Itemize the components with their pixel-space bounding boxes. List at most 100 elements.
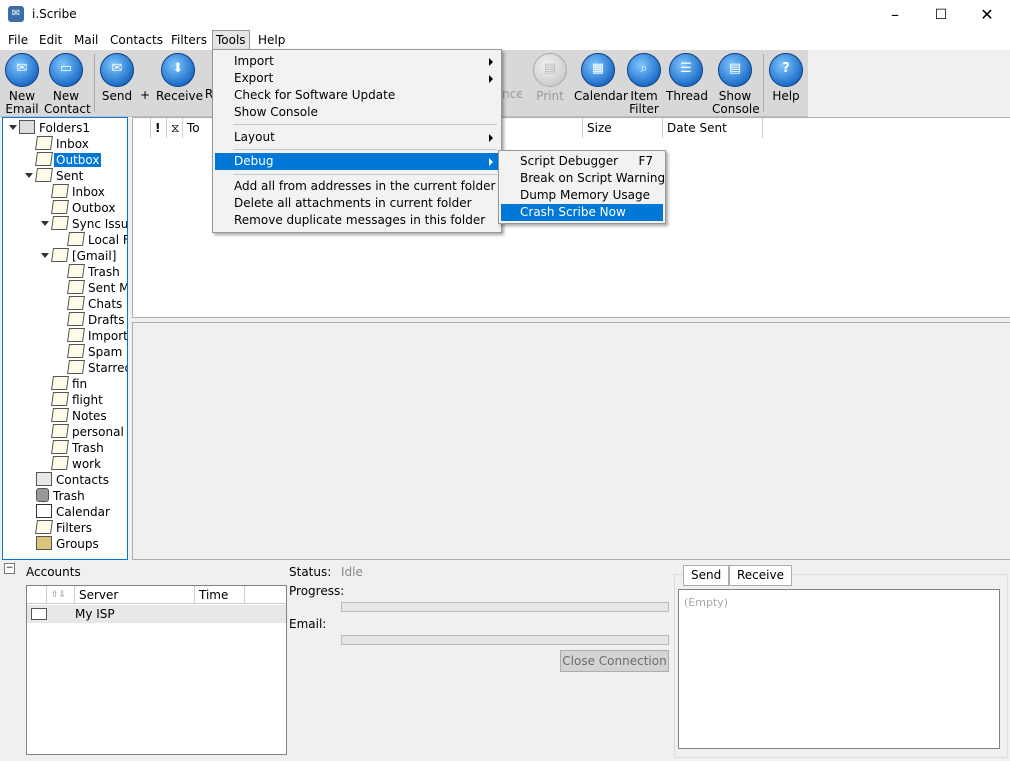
accounts-list[interactable]: ⇧⇩ Server Time My ISP	[26, 585, 287, 755]
menu-item-add-all-addresses[interactable]: Add all from addresses in the current fo…	[215, 178, 523, 195]
sort-arrows-icon[interactable]: ⇧⇩	[47, 586, 75, 604]
show-console-button[interactable]: ▤ Show Console	[712, 50, 760, 116]
trash-icon	[36, 488, 49, 502]
collapse-icon[interactable]: −	[4, 563, 15, 574]
chevron-right-icon	[489, 75, 493, 83]
tree-item-personal[interactable]: personal	[51, 424, 124, 440]
column-header-server[interactable]: Server	[75, 586, 195, 604]
folder-tree[interactable]: Folders1 Inbox Outbox Sent Inbox Outbox …	[2, 117, 128, 560]
menu-item-import[interactable]: Import	[215, 53, 499, 70]
column-header-priority[interactable]: !	[151, 118, 167, 138]
send-button[interactable]: ✉ Send	[99, 50, 135, 116]
tree-item-folders1[interactable]: Folders1	[19, 120, 90, 136]
magnifier-icon: ⌕	[627, 53, 661, 87]
chevron-down-icon[interactable]	[41, 221, 49, 226]
tree-item-sent-trash[interactable]: Trash	[51, 440, 104, 456]
menu-tools[interactable]: Tools	[212, 30, 250, 50]
minimize-button[interactable]: –	[872, 0, 918, 30]
folder-icon	[67, 344, 85, 358]
menu-item-delete-attachments[interactable]: Delete all attachments in current folder	[215, 195, 499, 212]
menu-item-show-console[interactable]: Show Console	[215, 104, 499, 121]
tree-item-calendar[interactable]: Calendar	[36, 504, 110, 520]
close-connection-button[interactable]: Close Connection	[560, 650, 669, 672]
new-email-button[interactable]: ✉ New Email	[4, 50, 40, 116]
column-header-blank[interactable]	[27, 586, 47, 604]
menu-item-remove-duplicates[interactable]: Remove duplicate messages in this folder	[215, 212, 499, 229]
toolbar-separator	[763, 54, 764, 112]
column-header-blank[interactable]	[133, 118, 151, 138]
column-header-filter[interactable]: ⧖	[167, 118, 183, 138]
tree-item-gmail-sent[interactable]: Sent M	[67, 280, 127, 296]
menu-contacts[interactable]: Contacts	[107, 31, 166, 49]
item-filter-button[interactable]: ⌕ Item Filter	[626, 50, 662, 116]
tree-item-gmail-chats[interactable]: Chats	[67, 296, 122, 312]
tree-item-gmail-spam[interactable]: Spam	[67, 344, 122, 360]
progress-label: Progress:	[289, 584, 345, 598]
tree-item-filters[interactable]: Filters	[35, 520, 92, 536]
new-contact-button[interactable]: ▭ New Contact	[44, 50, 91, 116]
tree-item-sent[interactable]: Sent	[35, 168, 83, 184]
close-button[interactable]: ✕	[964, 0, 1010, 30]
tree-item-sent-inbox[interactable]: Inbox	[51, 184, 105, 200]
partial-disabled-button[interactable]: nce	[502, 50, 522, 116]
tree-item-sent-outbox[interactable]: Outbox	[51, 200, 115, 216]
tree-item-inbox[interactable]: Inbox	[35, 136, 89, 152]
chevron-down-icon[interactable]	[9, 125, 17, 130]
thread-button[interactable]: ☰ Thread	[666, 50, 708, 116]
window-title: i.Scribe	[32, 7, 77, 21]
menu-item-layout[interactable]: Layout	[215, 129, 499, 146]
tree-item-groups[interactable]: Groups	[36, 536, 99, 552]
menu-mail[interactable]: Mail	[71, 31, 101, 49]
menu-help[interactable]: Help	[255, 31, 288, 49]
send-dropdown-button[interactable]: +	[140, 88, 150, 102]
tree-item-gmail-drafts[interactable]: Drafts	[67, 312, 125, 328]
tree-item-fin[interactable]: fin	[51, 376, 87, 392]
tab-receive[interactable]: Receive	[729, 565, 792, 586]
tab-send[interactable]: Send	[683, 565, 730, 586]
folder-icon	[51, 424, 69, 438]
log-output[interactable]: (Empty)	[678, 589, 1000, 749]
tree-item-gmail-starred[interactable]: Starred	[67, 360, 127, 376]
printer-icon: ▤	[533, 53, 567, 87]
menu-item-debug[interactable]: Debug	[215, 153, 499, 170]
help-button[interactable]: ? Help	[768, 50, 804, 116]
tree-item-sync-issues[interactable]: Sync Issue	[51, 216, 127, 232]
tree-item-gmail-trash[interactable]: Trash	[67, 264, 120, 280]
menu-item-crash-scribe[interactable]: Crash Scribe Now	[501, 204, 663, 221]
tree-item-contacts[interactable]: Contacts	[36, 472, 109, 488]
menu-item-dump-memory[interactable]: Dump Memory Usage	[501, 187, 663, 204]
tree-item-gmail[interactable]: [Gmail]	[51, 248, 116, 264]
tree-item-notes[interactable]: Notes	[51, 408, 107, 424]
send-icon: ✉	[100, 53, 134, 87]
tree-item-work[interactable]: work	[51, 456, 101, 472]
maximize-button[interactable]: ☐	[918, 0, 964, 30]
chevron-down-icon[interactable]	[41, 253, 49, 258]
column-header-size[interactable]: Size	[583, 118, 663, 138]
column-header-date-sent[interactable]: Date Sent	[663, 118, 763, 138]
folder-icon	[51, 456, 69, 470]
menu-filters[interactable]: Filters	[168, 31, 210, 49]
folder-icon	[51, 408, 69, 422]
menu-item-break-on-warning[interactable]: Break on Script Warning	[501, 170, 665, 187]
menu-item-script-debugger[interactable]: Script Debugger F7	[501, 153, 663, 170]
chevron-down-icon[interactable]	[25, 173, 33, 178]
tree-item-gmail-import[interactable]: Import	[67, 328, 127, 344]
table-row[interactable]: My ISP	[27, 605, 286, 623]
tree-item-outbox[interactable]: Outbox	[35, 152, 102, 168]
menu-edit[interactable]: Edit	[36, 31, 65, 49]
column-header-extra[interactable]	[245, 586, 286, 604]
tree-item-flight[interactable]: flight	[51, 392, 103, 408]
calendar-button[interactable]: ▦ Calendar	[574, 50, 628, 116]
folder-icon	[35, 136, 53, 150]
new-contact-icon: ▭	[49, 53, 83, 87]
tree-item-trash[interactable]: Trash	[36, 488, 85, 504]
menu-item-check-update[interactable]: Check for Software Update	[215, 87, 499, 104]
menu-separator	[233, 124, 497, 125]
menu-file[interactable]: File	[5, 31, 31, 49]
chevron-right-icon	[489, 158, 493, 166]
column-header-time[interactable]: Time	[195, 586, 245, 604]
receive-button[interactable]: ⬇ Receive	[156, 50, 203, 116]
menu-item-export[interactable]: Export	[215, 70, 499, 87]
tree-item-local[interactable]: Local F	[67, 232, 127, 248]
print-button[interactable]: ▤ Print	[532, 50, 568, 116]
